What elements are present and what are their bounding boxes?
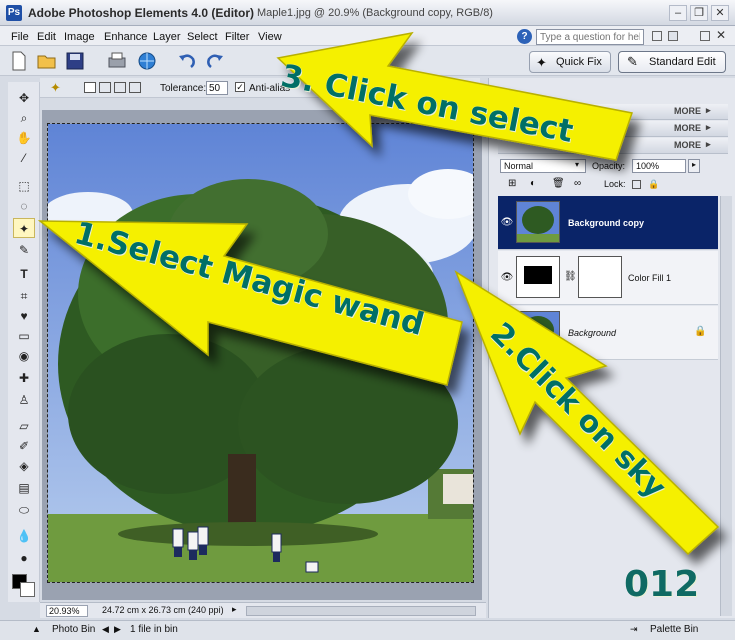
page-number: 012: [624, 564, 700, 605]
